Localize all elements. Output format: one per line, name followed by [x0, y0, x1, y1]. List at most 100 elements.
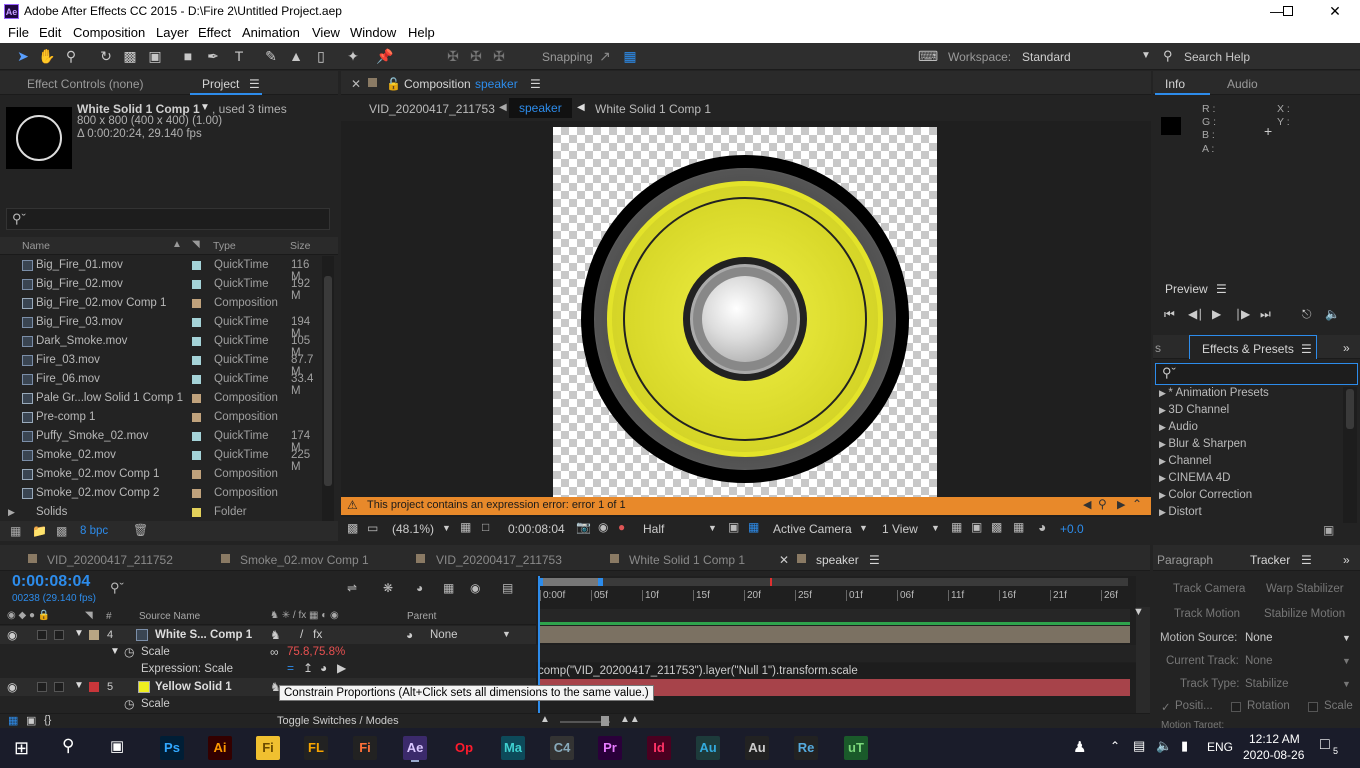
- comp-mini-flowchart-icon[interactable]: ⇌: [347, 581, 357, 595]
- video-visibility-icon[interactable]: ◉: [7, 680, 17, 694]
- expression-pickwhip-icon[interactable]: ◕: [320, 661, 327, 675]
- resolution-dropdown-icon[interactable]: ▼: [708, 523, 717, 533]
- transparency-grid-icon[interactable]: ▦: [748, 520, 759, 534]
- view-layout-select[interactable]: 1 View: [882, 522, 918, 536]
- expand-arrow-icon[interactable]: ▶: [1159, 507, 1168, 517]
- clone-stamp-tool-icon[interactable]: ▲: [287, 47, 305, 65]
- item-label-color[interactable]: [192, 318, 201, 327]
- tab-effects-presets[interactable]: Effects & Presets ☰: [1189, 335, 1317, 359]
- timeline-tab-4[interactable]: speaker: [816, 553, 859, 567]
- timeline-tab-1[interactable]: Smoke_02.mov Comp 1: [240, 553, 369, 567]
- project-item[interactable]: Puffy_Smoke_02.mov QuickTime 174 M: [0, 427, 320, 454]
- view-layout-dropdown-icon[interactable]: ▼: [931, 523, 940, 533]
- error-prev-icon[interactable]: ◀: [1083, 498, 1091, 511]
- timeline-tab-0[interactable]: VID_20200417_211752: [47, 553, 173, 567]
- view-axis-icon[interactable]: ✠: [490, 47, 508, 65]
- layer-name[interactable]: White S... Comp 1: [155, 629, 252, 641]
- expand-triangle-icon[interactable]: ▼: [110, 646, 120, 657]
- menu-help[interactable]: Help: [408, 25, 435, 40]
- flowchart-icon[interactable]: ▦: [1013, 520, 1024, 534]
- project-item[interactable]: Big_Fire_01.mov QuickTime 116 M: [0, 256, 320, 283]
- track-type-dropdown-icon[interactable]: ▼: [1342, 679, 1351, 689]
- mute-audio-icon[interactable]: 🔈: [1325, 307, 1340, 321]
- project-search-input[interactable]: ⚲ˇ: [6, 208, 330, 230]
- stabilize-motion-button[interactable]: Stabilize Motion: [1264, 608, 1345, 620]
- warp-stabilizer-button[interactable]: Warp Stabilizer: [1266, 583, 1344, 595]
- taskbar-app-audio-icon[interactable]: Au: [745, 736, 769, 760]
- expression-field[interactable]: comp("VID_20200417_211753").layer("Null …: [538, 663, 1138, 680]
- current-track-select[interactable]: None: [1245, 655, 1273, 667]
- expand-arrow-icon[interactable]: ▶: [1159, 388, 1168, 398]
- item-label-color[interactable]: [192, 451, 201, 460]
- layer-label-color[interactable]: [89, 682, 99, 692]
- exposure-value[interactable]: +0.0: [1060, 522, 1084, 536]
- usage-dropdown-icon[interactable]: ▼: [200, 102, 210, 113]
- menu-view[interactable]: View: [312, 25, 340, 40]
- audio-switch[interactable]: [37, 682, 47, 692]
- effect-category[interactable]: ▶ Channel: [1159, 455, 1211, 467]
- region-of-interest-icon[interactable]: ▣: [728, 520, 739, 534]
- channel-icon[interactable]: ●: [618, 520, 625, 534]
- project-item[interactable]: Smoke_02.mov Comp 2 Composition: [0, 484, 320, 503]
- stopwatch-icon[interactable]: ◷: [124, 697, 134, 711]
- graph-editor-icon[interactable]: ▤: [502, 581, 513, 595]
- effect-category[interactable]: ▶ CINEMA 4D: [1159, 472, 1230, 484]
- new-composition-icon[interactable]: ▩: [56, 524, 67, 538]
- zoom-tool-icon[interactable]: ⚲: [62, 47, 80, 65]
- brush-tool-icon[interactable]: ✎: [262, 47, 280, 65]
- taskbar-app-fl-icon[interactable]: FL: [304, 736, 328, 760]
- menu-edit[interactable]: Edit: [39, 25, 61, 40]
- effect-category[interactable]: ▶ Audio: [1159, 421, 1198, 433]
- effect-category[interactable]: ▶ 3D Channel: [1159, 404, 1229, 416]
- layer-bar-4[interactable]: [540, 626, 1130, 643]
- pan-behind-tool-icon[interactable]: ▣: [146, 47, 164, 65]
- constrain-proportions-icon[interactable]: ∞: [270, 645, 279, 659]
- item-label-color[interactable]: [192, 337, 201, 346]
- timeline-search-icon[interactable]: ⚲ˇ: [110, 580, 124, 596]
- search-icon[interactable]: ⚲: [62, 736, 74, 756]
- rotation-checkbox[interactable]: [1231, 702, 1241, 712]
- work-area-bar[interactable]: [538, 578, 1128, 586]
- people-icon[interactable]: ♟: [1073, 738, 1086, 756]
- tab-project[interactable]: Project: [202, 77, 239, 91]
- close-composition-icon[interactable]: ✕: [351, 77, 361, 91]
- taskbar-app-id-icon[interactable]: Id: [647, 736, 671, 760]
- track-motion-button[interactable]: Track Motion: [1174, 608, 1240, 620]
- close-tab-icon[interactable]: ✕: [779, 553, 789, 567]
- timeline-scrollbar[interactable]: [1136, 607, 1150, 713]
- timeline-icon[interactable]: ▩: [991, 520, 1002, 534]
- breadcrumb-1[interactable]: speaker: [509, 98, 572, 118]
- clock-date[interactable]: 2020-08-26: [1243, 748, 1304, 762]
- transfer-controls-icon[interactable]: ▣: [26, 714, 36, 727]
- lock-icon[interactable]: 🔓: [386, 77, 401, 91]
- motion-blur-icon[interactable]: ◉: [470, 581, 480, 595]
- expand-arrow-icon[interactable]: ▶: [1159, 405, 1168, 415]
- effect-category[interactable]: ▶ * Animation Presets: [1159, 387, 1269, 399]
- expand-arrow-icon[interactable]: ▶: [1159, 456, 1168, 466]
- first-frame-icon[interactable]: ⏮: [1164, 307, 1175, 322]
- effect-category[interactable]: ▶ Blur & Sharpen: [1159, 438, 1246, 450]
- viewer-timecode[interactable]: 0:00:08:04: [508, 522, 565, 536]
- tab-tracker[interactable]: Tracker: [1250, 553, 1290, 567]
- effects-switch-icon[interactable]: fx: [313, 627, 322, 641]
- parent-select[interactable]: None: [430, 629, 458, 641]
- show-snapshot-icon[interactable]: ◉: [598, 520, 608, 534]
- project-item[interactable]: Smoke_02.mov QuickTime 225 M: [0, 446, 320, 473]
- project-item[interactable]: Dark_Smoke.mov QuickTime 105 M: [0, 332, 320, 359]
- column-size[interactable]: Size: [290, 240, 310, 252]
- frame-blending-icon[interactable]: ▦: [443, 581, 454, 595]
- project-item[interactable]: Pale Gr...low Solid 1 Comp 1 Composition: [0, 389, 320, 408]
- project-scrollbar[interactable]: [322, 256, 334, 521]
- lock-switch[interactable]: [54, 682, 64, 692]
- snapshot-icon[interactable]: 📷: [576, 520, 591, 534]
- expression-language-menu-icon[interactable]: ▶: [337, 661, 346, 675]
- last-frame-icon[interactable]: ⏭: [1260, 307, 1271, 322]
- layer-label-color[interactable]: [89, 630, 99, 640]
- taskbar-app-pr-icon[interactable]: Pr: [598, 736, 622, 760]
- taskbar-app-audition-icon[interactable]: Au: [696, 736, 720, 760]
- interpret-footage-icon[interactable]: ▦: [10, 524, 21, 538]
- project-item[interactable]: Fire_03.mov QuickTime 87.7 M: [0, 351, 320, 378]
- error-collapse-icon[interactable]: ⌃: [1132, 497, 1142, 511]
- timeline-tab-2[interactable]: VID_20200417_211753: [436, 553, 562, 567]
- hand-tool-icon[interactable]: ✋: [38, 47, 56, 65]
